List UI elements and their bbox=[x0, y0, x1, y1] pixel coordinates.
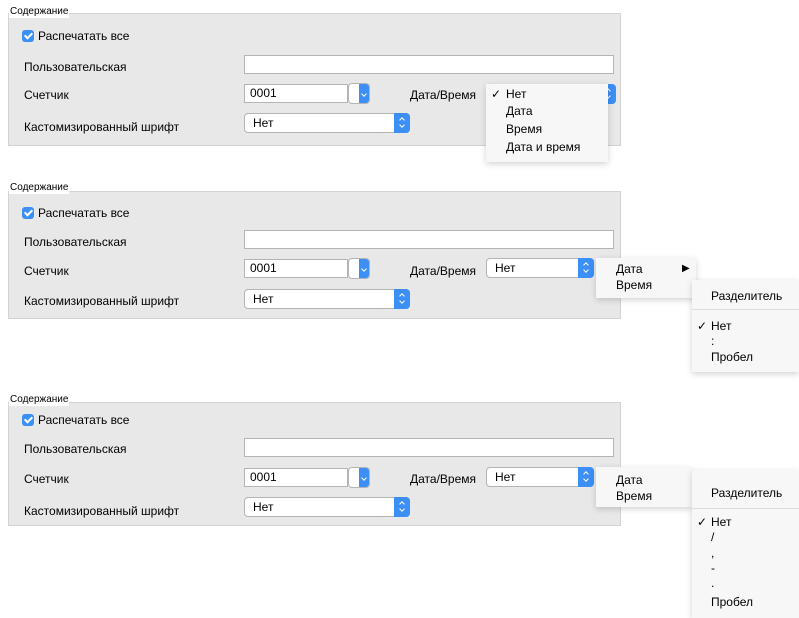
custom-label: Пользовательская bbox=[24, 60, 127, 74]
separator-header: Разделитель bbox=[711, 486, 783, 500]
counter-label: Счетчик bbox=[24, 88, 69, 102]
datetime-label: Дата/Время bbox=[410, 264, 477, 278]
chevron-updown-icon bbox=[394, 113, 410, 133]
checkmark-icon: ✓ bbox=[697, 515, 708, 529]
custom-font-label: Кастомизированный шрифт bbox=[24, 504, 180, 518]
chevron-updown-icon bbox=[394, 289, 410, 309]
submenu-item-time[interactable]: Время bbox=[616, 278, 652, 292]
print-all-checkbox[interactable] bbox=[22, 414, 34, 426]
datetime-select[interactable]: Нет bbox=[486, 258, 594, 278]
stepper-arrow-icon[interactable] bbox=[359, 84, 369, 103]
chevron-updown-icon bbox=[578, 258, 594, 278]
counter-label: Счетчик bbox=[24, 264, 69, 278]
menu-item-none[interactable]: Нет bbox=[506, 87, 526, 101]
custom-font-label: Кастомизированный шрифт bbox=[24, 294, 180, 308]
stepper-arrow-icon[interactable] bbox=[359, 259, 369, 278]
date-time-submenu: Дата ▶ Время bbox=[596, 258, 696, 298]
menu-item-time[interactable]: Время bbox=[506, 122, 542, 136]
custom-font-select[interactable]: Нет bbox=[244, 289, 410, 309]
date-time-submenu: Дата Время bbox=[596, 467, 692, 507]
datetime-label: Дата/Время bbox=[410, 88, 477, 102]
print-all-checkbox[interactable] bbox=[22, 30, 34, 42]
section-title: Содержание bbox=[9, 394, 70, 406]
custom-text-input[interactable] bbox=[244, 230, 614, 249]
custom-label: Пользовательская bbox=[24, 235, 127, 249]
separator-option-space[interactable]: Пробел bbox=[711, 595, 753, 609]
custom-font-select[interactable]: Нет bbox=[244, 497, 410, 517]
counter-stepper[interactable] bbox=[348, 83, 370, 104]
submenu-item-date[interactable]: Дата bbox=[616, 262, 643, 276]
custom-text-input[interactable] bbox=[244, 438, 614, 457]
section-title: Содержание bbox=[9, 182, 70, 194]
separator-option-colon[interactable]: : bbox=[711, 334, 714, 348]
menu-separator bbox=[692, 309, 799, 310]
print-all-label: Распечатать все bbox=[38, 29, 130, 43]
separator-header: Разделитель bbox=[711, 289, 783, 303]
menu-item-date-and-time[interactable]: Дата и время bbox=[506, 140, 580, 154]
datetime-dropdown-menu: ✓ Нет Дата Время Дата и время bbox=[486, 84, 608, 162]
checkmark-icon: ✓ bbox=[697, 319, 708, 333]
submenu-item-time[interactable]: Время bbox=[616, 489, 652, 503]
separator-option-space[interactable]: Пробел bbox=[711, 350, 753, 364]
counter-label: Счетчик bbox=[24, 472, 69, 486]
datetime-label: Дата/Время bbox=[410, 472, 477, 486]
stepper-arrow-icon[interactable] bbox=[359, 468, 369, 487]
datetime-select[interactable]: Нет bbox=[486, 467, 594, 487]
custom-font-select[interactable]: Нет bbox=[244, 113, 410, 133]
counter-stepper[interactable] bbox=[348, 467, 370, 488]
custom-text-input[interactable] bbox=[244, 55, 614, 74]
separator-option-comma[interactable]: , bbox=[711, 546, 714, 560]
counter-input[interactable]: 0001 bbox=[244, 84, 348, 103]
separator-option-dot[interactable]: . bbox=[711, 576, 714, 590]
print-all-checkbox[interactable] bbox=[22, 207, 34, 219]
menu-item-date[interactable]: Дата bbox=[506, 104, 533, 118]
counter-input[interactable]: 0001 bbox=[244, 468, 348, 487]
chevron-updown-icon bbox=[394, 497, 410, 517]
separator-menu-time: Разделитель ✓ Нет : Пробел bbox=[692, 280, 799, 372]
separator-option-dash[interactable]: - bbox=[711, 561, 715, 575]
counter-stepper[interactable] bbox=[348, 258, 370, 279]
custom-font-label: Кастомизированный шрифт bbox=[24, 120, 180, 134]
section-title: Содержание bbox=[9, 6, 70, 18]
separator-menu-date: Разделитель ✓ Нет / , - . Пробел bbox=[692, 470, 799, 618]
separator-option-none[interactable]: Нет bbox=[711, 515, 731, 529]
checkmark-icon: ✓ bbox=[491, 87, 502, 101]
counter-input[interactable]: 0001 bbox=[244, 259, 348, 278]
print-all-label: Распечатать все bbox=[38, 206, 130, 220]
chevron-updown-icon bbox=[578, 467, 594, 487]
submenu-item-date[interactable]: Дата bbox=[616, 473, 643, 487]
submenu-arrow-icon: ▶ bbox=[682, 263, 690, 274]
print-all-label: Распечатать все bbox=[38, 413, 130, 427]
separator-option-slash[interactable]: / bbox=[711, 530, 714, 544]
custom-label: Пользовательская bbox=[24, 442, 127, 456]
menu-separator bbox=[692, 508, 799, 509]
separator-option-none[interactable]: Нет bbox=[711, 319, 731, 333]
